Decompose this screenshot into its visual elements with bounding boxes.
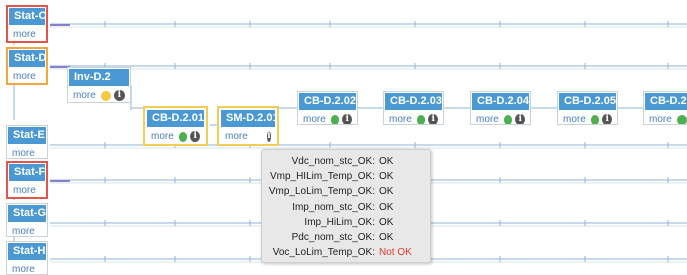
station-label: Stat-G: [8, 205, 46, 222]
station-label: Stat-C: [9, 8, 46, 25]
tooltip-row: Vdc_nom_stc_OK: OK: [262, 154, 430, 169]
tooltip-row: Imp_HiLim_OK: OK: [262, 215, 430, 230]
station-label: Stat-E: [8, 127, 46, 144]
status-indicator-icon: [416, 114, 426, 124]
inverter-node[interactable]: Inv-D.2 more i: [67, 67, 131, 103]
more-link[interactable]: more: [225, 129, 248, 144]
station-label: Stat-D: [9, 50, 46, 67]
info-icon[interactable]: i: [602, 114, 612, 124]
more-link[interactable]: more: [73, 88, 96, 102]
combiner-label: CB-D.2.0: [645, 93, 687, 110]
tooltip-key: Pdc_nom_stc_OK:: [291, 231, 375, 243]
more-link[interactable]: more: [303, 112, 326, 124]
combiner-node-cb-d-2-01[interactable]: CB-D.2.01 more i: [143, 106, 208, 146]
tooltip-value: OK: [379, 186, 394, 198]
tooltip-key: Imp_HiLim_OK:: [304, 216, 375, 228]
combiner-node-cb-d-2-02[interactable]: CB-D.2.02 more i: [297, 91, 358, 125]
info-icon[interactable]: i: [428, 114, 438, 124]
status-indicator-icon: [503, 114, 513, 124]
more-link[interactable]: more: [649, 112, 672, 124]
station-label: Stat-F: [9, 164, 45, 181]
info-icon[interactable]: i: [113, 90, 125, 101]
more-link[interactable]: more: [12, 146, 35, 158]
combiner-node-cb-d-2-05[interactable]: CB-D.2.05 more i: [557, 91, 618, 125]
combiner-label: CB-D.2.05: [559, 93, 616, 110]
tooltip-key: Vmp_HILim_Temp_OK:: [269, 171, 375, 183]
status-indicator-icon: [100, 90, 111, 101]
more-link[interactable]: more: [13, 183, 36, 197]
station-node-stat-g[interactable]: Stat-G more: [6, 203, 48, 237]
station-node-stat-d[interactable]: Stat-D more: [6, 47, 48, 85]
tooltip-key: Voc_LoLim_Temp_OK:: [272, 247, 375, 259]
status-tooltip: Vdc_nom_stc_OK: OK Vmp_HILim_Temp_OK: OK V…: [261, 149, 431, 263]
more-link[interactable]: more: [476, 112, 499, 124]
tooltip-row: Voc_LoLim_Temp_OK: Not OK: [262, 245, 430, 260]
more-link[interactable]: more: [151, 129, 174, 144]
topology-canvas: Stat-C more Stat-D more Stat-E more Stat…: [0, 0, 687, 275]
inverter-label: Inv-D.2: [69, 69, 129, 86]
station-node-stat-e[interactable]: Stat-E more: [6, 125, 48, 159]
more-link[interactable]: more: [13, 27, 36, 41]
tooltip-value: OK: [379, 156, 394, 167]
combiner-node-cb-d-2-03[interactable]: CB-D.2.03 more i: [383, 91, 444, 125]
station-label: Stat-H: [8, 243, 46, 260]
more-link[interactable]: more: [389, 112, 412, 124]
tooltip-row: Imp_nom_stc_OK: OK: [262, 200, 430, 215]
combiner-node-cb-d-2-06[interactable]: CB-D.2.0 more: [643, 91, 687, 125]
tooltip-row: Vmp_LoLim_Temp_OK: OK: [262, 184, 430, 199]
status-indicator-icon: [178, 131, 188, 142]
more-link[interactable]: more: [563, 112, 586, 124]
combiner-label: CB-D.2.02: [299, 93, 356, 110]
more-link[interactable]: more: [12, 262, 35, 274]
tooltip-value: OK: [379, 216, 394, 228]
tooltip-key: Vdc_nom_stc_OK:: [291, 156, 375, 167]
tooltip-value: OK: [379, 201, 394, 213]
combiner-label: CB-D.2.04: [472, 93, 529, 110]
tooltip-value: OK: [379, 171, 394, 183]
combiner-label: CB-D.2.01: [147, 110, 204, 127]
combiner-node-sm-d-2-01[interactable]: SM-D.2.01 more i: [217, 106, 279, 146]
station-node-stat-f[interactable]: Stat-F more: [6, 161, 48, 199]
tooltip-key: Imp_nom_stc_OK:: [292, 201, 375, 213]
info-icon[interactable]: i: [190, 131, 200, 142]
info-icon[interactable]: i: [266, 131, 271, 142]
info-icon[interactable]: i: [342, 114, 352, 124]
status-indicator-icon: [676, 114, 687, 124]
tooltip-key: Vmp_LoLim_Temp_OK:: [268, 186, 375, 198]
combiner-node-cb-d-2-04[interactable]: CB-D.2.04 more i: [470, 91, 531, 125]
combiner-label: CB-D.2.03: [385, 93, 442, 110]
station-node-stat-c[interactable]: Stat-C more: [6, 5, 48, 43]
status-indicator-icon: [330, 114, 340, 124]
info-icon[interactable]: i: [515, 114, 525, 124]
more-link[interactable]: more: [12, 224, 35, 236]
station-node-stat-h[interactable]: Stat-H more: [6, 241, 48, 275]
tooltip-row: Pdc_nom_stc_OK: OK: [262, 230, 430, 245]
more-link[interactable]: more: [13, 69, 36, 83]
tooltip-row: Vmp_HILim_Temp_OK: OK: [262, 169, 430, 184]
status-indicator-icon: [590, 114, 600, 124]
combiner-label: SM-D.2.01: [221, 110, 277, 127]
tooltip-value: OK: [379, 231, 394, 243]
tooltip-value-alert: Not OK: [379, 247, 412, 259]
